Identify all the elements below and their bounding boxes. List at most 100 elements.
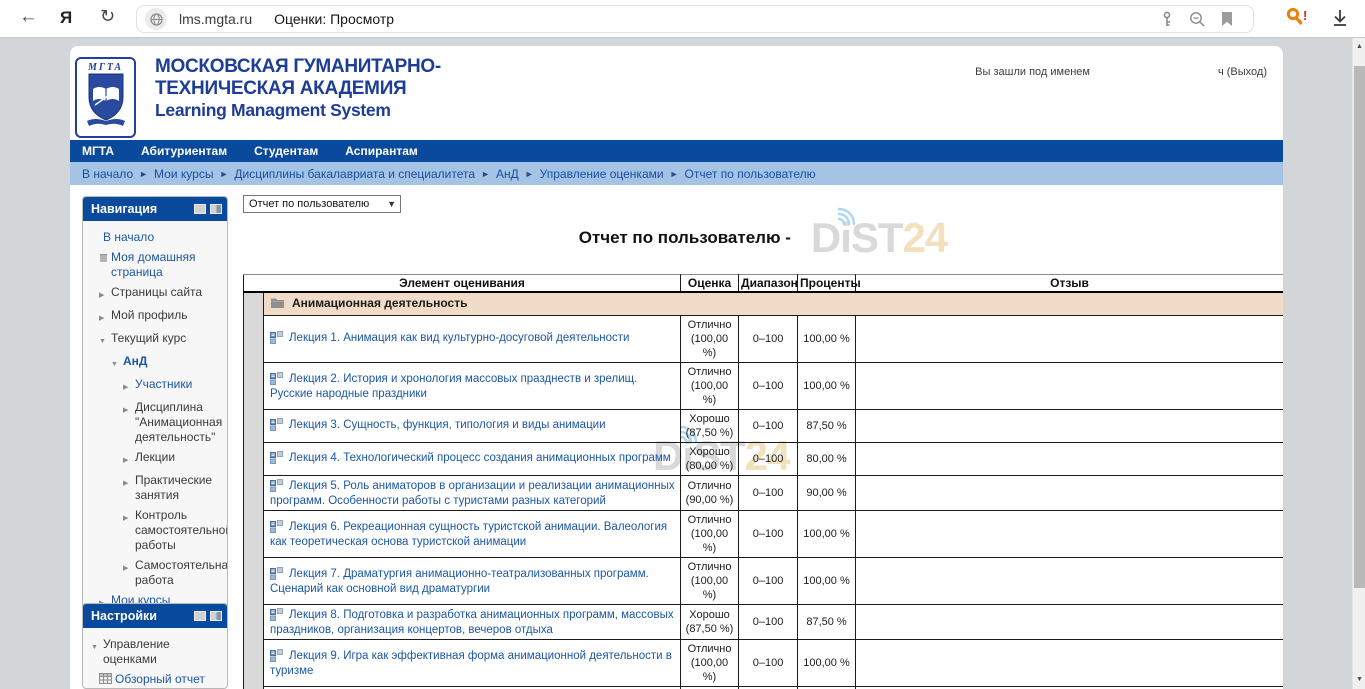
chevron-down-icon[interactable]: ▼ (99, 331, 111, 349)
grade-percent: 87,50 % (798, 410, 856, 443)
grade-report-table: Элемент оценивания Оценка Диапазон Проце… (243, 274, 1283, 689)
sidebar-item[interactable]: ▶Мой профиль (89, 305, 223, 328)
sidebar-item-label: Самостоятельная работа (135, 558, 228, 588)
sidebar-item[interactable]: ▶Самостоятельная работа (89, 555, 223, 590)
password-alert-icon[interactable]: ! (1286, 8, 1310, 34)
chevron-down-icon[interactable]: ▼ (111, 354, 123, 372)
grade-percent: 100,00 % (798, 640, 856, 687)
breadcrumb: В начало ► Мои курсы ► Дисциплины бакалавриа… (70, 162, 1283, 185)
sidebar-item[interactable]: ▶Лекции (89, 447, 223, 470)
sidebar-item-label: Практические занятия (135, 473, 223, 503)
grade-feedback (856, 410, 1283, 443)
breadcrumb-link[interactable]: Управление оценками (540, 167, 664, 181)
sidebar-item[interactable]: В начало (89, 227, 223, 247)
page-scrollbar[interactable]: ▲ ▼ (1352, 38, 1365, 689)
breadcrumb-link[interactable]: Дисциплины бакалавриата и специалитета (234, 167, 475, 181)
collapse-block-icon[interactable] (194, 611, 206, 621)
key-icon[interactable] (1160, 11, 1174, 28)
url-text[interactable]: lms.mgta.ru (179, 11, 252, 27)
grade-item-link[interactable]: Лекция 5. Роль аниматоров в организации … (270, 480, 675, 507)
main-content: Отчет по пользователю ▼ Отчет по пользов… (243, 195, 1283, 689)
sidebar-item-label: Участники (135, 377, 223, 392)
chevron-right-icon[interactable]: ▶ (123, 450, 135, 468)
chevron-right-icon[interactable]: ▶ (123, 377, 135, 395)
grade-item-link[interactable]: Лекция 8. Подготовка и разработка анимац… (270, 609, 674, 636)
grade-range: 0–100 (739, 443, 798, 476)
scroll-up-icon[interactable]: ▲ (1353, 40, 1365, 54)
grade-value: Отлично(100,00 %) (681, 363, 739, 410)
site-title-line3: Learning Managment System (155, 100, 441, 121)
scroll-down-icon[interactable]: ▼ (1353, 673, 1365, 687)
grade-percent: 87,50 % (798, 605, 856, 640)
navigation-tree: В начало Моя домашняя страница▶Страницы с… (83, 221, 227, 621)
sidebar-item-label: В начало (103, 230, 223, 245)
chevron-right-icon[interactable]: ▶ (123, 473, 135, 491)
breadcrumb-separator-icon: ► (219, 169, 228, 179)
sidebar-item[interactable]: ▼Управление оценками (89, 634, 223, 669)
chevron-right-icon[interactable]: ▶ (123, 400, 135, 418)
grade-range: 0–100 (739, 558, 798, 605)
chevron-right-icon[interactable]: ▶ (123, 508, 135, 526)
grade-item-link[interactable]: Лекция 1. Анимация как вид культурно-дос… (289, 332, 629, 344)
sidebar-item[interactable]: ▶Контроль самостоятельной работы (89, 505, 223, 555)
table-header-row: Элемент оценивания Оценка Диапазон Проце… (244, 275, 1284, 293)
navbar-item[interactable]: Аспирантам (345, 144, 418, 158)
navbar-item[interactable]: Студентам (254, 144, 318, 158)
bookmark-icon[interactable] (1221, 12, 1233, 27)
settings-block-title: Настройки (91, 609, 190, 623)
category-cell: Анимационная деятельность (264, 292, 1284, 316)
sidebar-item[interactable]: ▶Участники (89, 374, 223, 397)
breadcrumb-link[interactable]: Мои курсы (154, 167, 213, 181)
chevron-right-icon[interactable]: ▶ (99, 285, 111, 303)
tree-spacer (91, 230, 103, 233)
report-type-value: Отчет по пользователю (249, 198, 369, 210)
grade-item-link[interactable]: Лекция 4. Технологический процесс создан… (289, 452, 671, 464)
grade-item-link[interactable]: Лекция 3. Сущность, функция, типология и… (289, 419, 606, 431)
sidebar-item[interactable]: ▶Страницы сайта (89, 282, 223, 305)
back-button[interactable]: ← (19, 6, 38, 28)
sidebar-item[interactable]: Моя домашняя страница (89, 247, 223, 282)
chevron-right-icon[interactable]: ▶ (99, 308, 111, 326)
sidebar-item[interactable]: ▼Текущий курс (89, 328, 223, 351)
sidebar-item[interactable]: ▼АнД (89, 351, 223, 374)
sidebar-item[interactable]: Обзорный отчет (89, 669, 223, 689)
mgta-logo[interactable]: МГТА (75, 57, 136, 138)
logout-link[interactable]: ч (Выход) (1218, 66, 1267, 78)
breadcrumb-link[interactable]: Отчет по пользователю (685, 167, 816, 181)
sidebar-item[interactable]: ▶Практические занятия (89, 470, 223, 505)
breadcrumb-link[interactable]: В начало (82, 167, 133, 181)
watermark-tan-text: 24 (903, 214, 948, 261)
yandex-browser-logo[interactable]: Я (60, 8, 72, 28)
address-bar[interactable]: lms.mgta.ru Оценки: Просмотр (136, 5, 1254, 33)
lesson-icon (270, 331, 283, 347)
grade-item-link[interactable]: Лекция 2. История и хронология массовых … (270, 373, 637, 400)
sidebar-item[interactable]: ▶Дисциплина "Анимационная деятельность" (89, 397, 223, 447)
sidebar-item-label: Управление оценками (103, 637, 223, 667)
grade-range: 0–100 (739, 511, 798, 558)
lesson-icon (270, 451, 283, 467)
zoom-out-icon[interactable] (1189, 11, 1206, 28)
breadcrumb-link[interactable]: АнД (496, 167, 519, 181)
reload-button[interactable]: ↻ (100, 6, 115, 27)
report-type-select[interactable]: Отчет по пользователю ▼ (243, 195, 401, 213)
grade-value: Хорошо(80,00 %) (681, 443, 739, 476)
grade-item-row: Лекция 2. История и хронология массовых … (244, 363, 1284, 410)
navbar-item[interactable]: Абитуриентам (141, 144, 227, 158)
scrollbar-thumb[interactable] (1354, 66, 1365, 588)
dock-block-icon[interactable] (210, 204, 222, 214)
grade-item-link[interactable]: Лекция 9. Игра как эффективная форма ани… (270, 650, 672, 677)
lesson-icon (270, 520, 283, 536)
download-icon[interactable] (1330, 8, 1350, 33)
navigation-block-header: Навигация (83, 197, 227, 221)
dock-block-icon[interactable] (210, 611, 222, 621)
chevron-down-icon[interactable]: ▼ (91, 637, 103, 655)
mgta-shield-icon (85, 73, 127, 129)
navbar-item[interactable]: МГТА (82, 144, 114, 158)
grade-item-row: Лекция 6. Рекреационная сущность туристс… (244, 511, 1284, 558)
collapse-block-icon[interactable] (194, 204, 206, 214)
grade-item-link[interactable]: Лекция 6. Рекреационная сущность туристс… (270, 521, 667, 548)
grade-item-link[interactable]: Лекция 7. Драматургия анимационно-театра… (270, 568, 649, 595)
chevron-right-icon[interactable]: ▶ (123, 558, 135, 576)
grade-value: Отлично(100,00 %) (681, 511, 739, 558)
breadcrumb-separator-icon: ► (670, 169, 679, 179)
